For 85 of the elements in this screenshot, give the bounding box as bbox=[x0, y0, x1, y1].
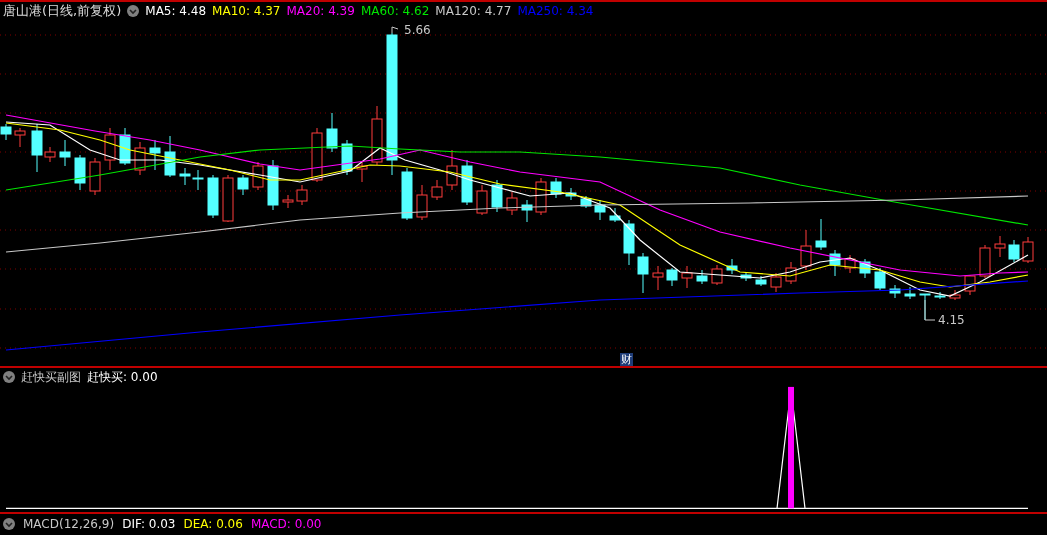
candlestick bbox=[785, 261, 797, 285]
candlestick bbox=[889, 284, 901, 299]
candlestick bbox=[74, 154, 86, 191]
candlestick bbox=[134, 141, 146, 176]
candlestick bbox=[192, 169, 204, 191]
candlestick bbox=[401, 167, 413, 221]
candlestick bbox=[446, 149, 458, 191]
candlestick bbox=[755, 275, 767, 287]
chart-title: 唐山港(日线,前复权) bbox=[3, 2, 122, 20]
candlestick bbox=[341, 139, 353, 176]
candlestick bbox=[652, 265, 664, 291]
candlestick bbox=[979, 244, 991, 279]
candlestick bbox=[252, 161, 264, 191]
candlestick bbox=[461, 159, 473, 206]
candlestick bbox=[681, 265, 693, 289]
candlestick bbox=[164, 135, 176, 178]
moving-average-reading: MA250: 4.34 bbox=[517, 4, 594, 18]
macd-reading: DEA: 0.06 bbox=[183, 516, 243, 531]
finance-marker[interactable]: 财 bbox=[620, 353, 633, 366]
candlestick bbox=[119, 127, 131, 166]
macd-reading: DIF: 0.03 bbox=[122, 516, 176, 531]
candlestick bbox=[1022, 236, 1034, 264]
candlestick bbox=[521, 199, 533, 223]
candlestick bbox=[89, 157, 101, 196]
macd-reading: MACD: 0.00 bbox=[250, 516, 322, 531]
moving-average-reading: MA120: 4.77 bbox=[435, 4, 512, 18]
candlestick bbox=[696, 269, 708, 285]
candlestick bbox=[770, 272, 782, 293]
high-price-label: 5.66 bbox=[404, 23, 431, 37]
candlestick bbox=[149, 139, 161, 171]
candlestick bbox=[623, 219, 635, 266]
candlestick bbox=[311, 127, 323, 183]
candlestick bbox=[282, 194, 294, 209]
collapse-icon[interactable] bbox=[3, 517, 15, 530]
candlestick bbox=[506, 191, 518, 216]
candlestick bbox=[550, 177, 562, 199]
candlestick bbox=[740, 271, 752, 282]
candlestick bbox=[104, 127, 116, 171]
candlestick bbox=[666, 267, 678, 287]
candlestick bbox=[476, 184, 488, 216]
candlestick bbox=[594, 199, 606, 221]
candlestick bbox=[207, 174, 219, 219]
candlestick bbox=[1008, 239, 1020, 263]
candlestick bbox=[934, 291, 946, 300]
candlestick bbox=[431, 179, 443, 201]
candlestick bbox=[535, 177, 547, 216]
candlestick bbox=[844, 254, 856, 274]
candlestick bbox=[994, 235, 1006, 258]
candlestick bbox=[326, 112, 338, 153]
candlestick bbox=[949, 289, 961, 301]
low-price-label: 4.15 bbox=[938, 313, 965, 327]
moving-average-reading: MA5: 4.48 bbox=[145, 4, 207, 18]
candlestick bbox=[416, 184, 428, 221]
candlestick bbox=[371, 105, 383, 166]
indicator-reading: 赶快买: 0.00 bbox=[87, 368, 158, 386]
candlestick bbox=[14, 127, 26, 148]
candlestick bbox=[964, 274, 976, 296]
moving-average-reading: MA20: 4.39 bbox=[286, 4, 355, 18]
candlestick bbox=[59, 139, 71, 167]
candlestick bbox=[726, 258, 738, 275]
candlestick bbox=[829, 249, 841, 277]
candlestick bbox=[904, 286, 916, 300]
collapse-icon[interactable] bbox=[127, 5, 140, 17]
candlestick bbox=[859, 258, 871, 279]
candlestick bbox=[179, 167, 191, 186]
candlestick bbox=[874, 267, 886, 291]
moving-average-reading: MA10: 4.37 bbox=[212, 4, 281, 18]
macd-reading: MACD(12,26,9) bbox=[23, 516, 115, 531]
candlestick bbox=[237, 174, 249, 196]
candlestick bbox=[609, 207, 621, 223]
candlestick bbox=[580, 195, 592, 209]
candlestick bbox=[222, 174, 234, 223]
candlestick bbox=[800, 229, 812, 271]
collapse-icon[interactable] bbox=[3, 371, 15, 383]
candlestick bbox=[267, 159, 279, 211]
candlestick bbox=[637, 252, 649, 294]
candlestick bbox=[0, 123, 12, 141]
indicator-title: 赶快买副图 bbox=[21, 368, 81, 386]
candlestick bbox=[711, 264, 723, 286]
candlestick bbox=[356, 161, 368, 183]
moving-average-reading: MA60: 4.62 bbox=[360, 4, 430, 18]
candlestick bbox=[565, 187, 577, 201]
candlestick bbox=[296, 184, 308, 206]
candlestick bbox=[815, 218, 827, 251]
candlestick bbox=[491, 179, 503, 213]
